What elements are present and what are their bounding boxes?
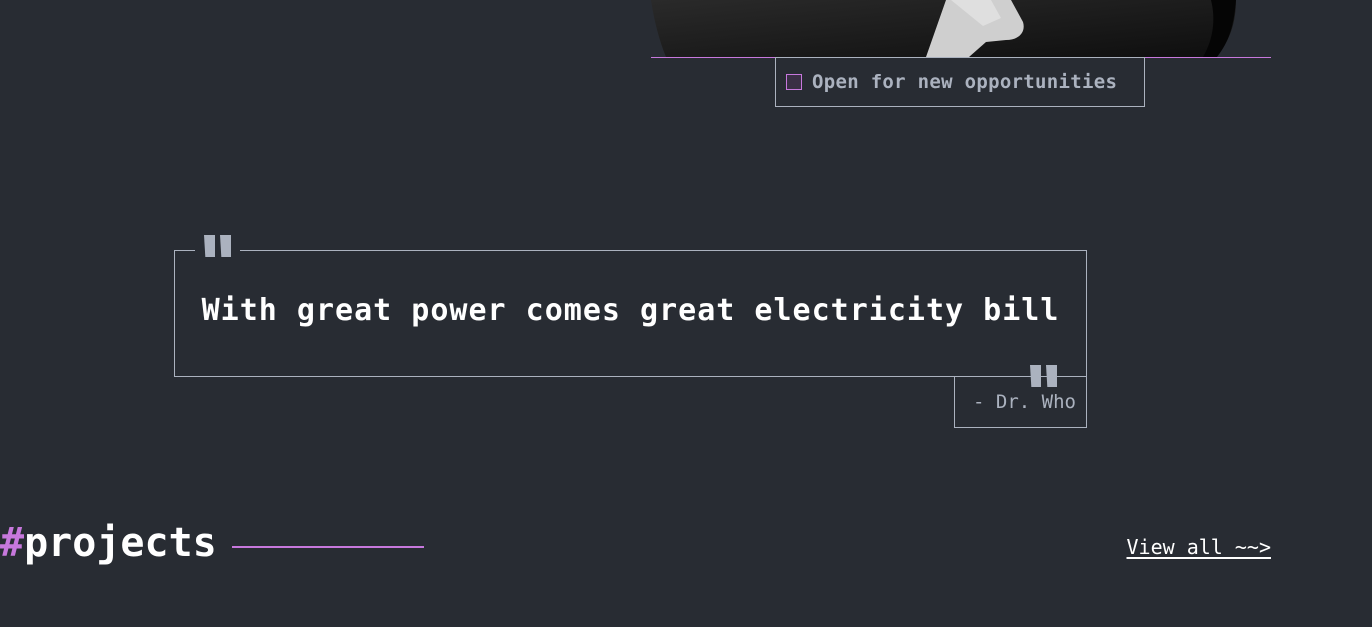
heading-divider xyxy=(232,546,424,548)
projects-heading: # projects xyxy=(0,520,217,566)
heading-title: projects xyxy=(24,520,217,566)
heading-hash: # xyxy=(0,520,25,566)
quote-text: With great power comes great electricity… xyxy=(201,293,1060,328)
quote-box: With great power comes great electricity… xyxy=(174,235,1087,387)
status-text: Open for new opportunities xyxy=(812,71,1118,93)
status-square-icon xyxy=(786,74,802,90)
hero-photo xyxy=(651,0,1271,57)
view-all-link[interactable]: View all ~~> xyxy=(1127,535,1272,559)
open-quote-icon xyxy=(195,235,240,257)
quote-author: - Dr. Who xyxy=(954,376,1087,428)
status-badge: Open for new opportunities xyxy=(775,57,1145,107)
